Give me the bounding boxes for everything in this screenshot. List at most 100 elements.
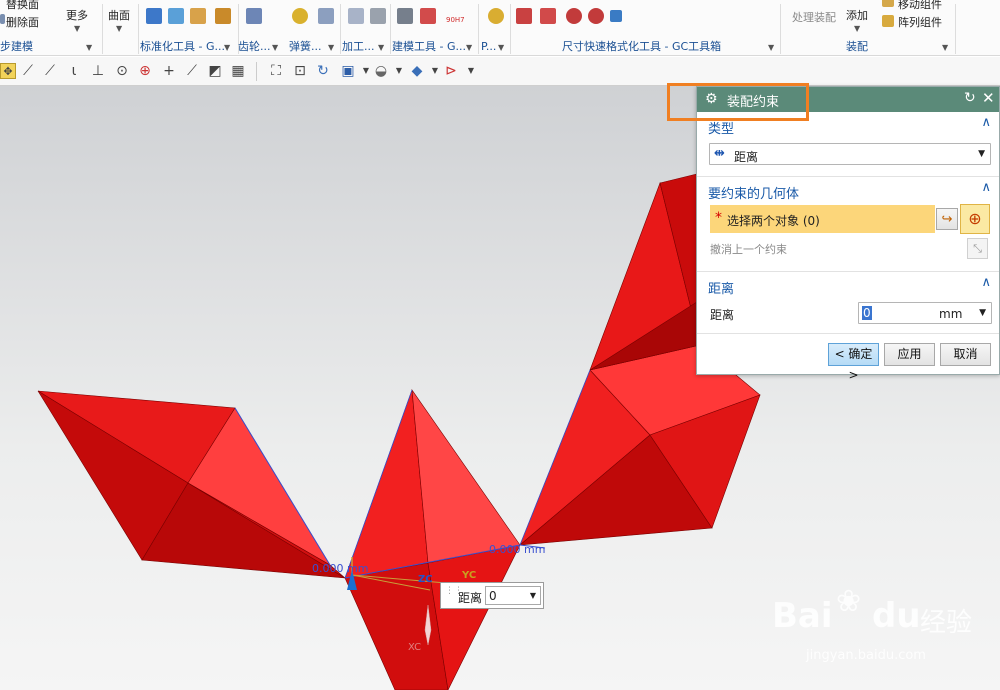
move-component-button[interactable]: 移动组件 — [898, 0, 942, 12]
view-orient-caret-icon[interactable]: ▼ — [358, 63, 374, 79]
undo-constraint-label[interactable]: 撤消上一个约束 — [710, 241, 787, 257]
group-gear[interactable]: 齿轮... — [238, 38, 271, 55]
add-component-button[interactable]: 添加 — [846, 7, 868, 23]
group-p[interactable]: P... — [481, 38, 496, 55]
fastener-icon[interactable] — [168, 8, 184, 24]
show-hide-caret-icon[interactable]: ▼ — [463, 63, 479, 79]
spring-tool-icon[interactable] — [318, 8, 334, 24]
mid-point-icon[interactable]: ⟋ — [42, 63, 58, 79]
show-hide-icon[interactable]: ⊳ — [443, 63, 459, 79]
snap-point-icon[interactable]: ✥ — [0, 63, 16, 79]
collapse-icon[interactable]: ∧ — [981, 115, 991, 130]
collapse-icon[interactable]: ∧ — [981, 275, 991, 290]
array-component-icon[interactable] — [882, 15, 894, 27]
dialog-buttons: < 确定 > 应用 取消 — [697, 333, 999, 382]
apply-button[interactable]: 应用 — [884, 343, 935, 366]
reset-icon[interactable]: ↻ — [964, 90, 976, 106]
h7-label[interactable]: 90H7 — [446, 16, 465, 24]
quadrant-icon[interactable]: ⊕ — [137, 63, 153, 79]
array-component-button[interactable]: 阵列组件 — [898, 14, 942, 30]
geometry-section: 要约束的几何体 ∧ * 选择两个对象 (0) ↪ ⊕ 撤消上一个约束 ⤡ — [697, 176, 999, 270]
group-caret-icon[interactable]: ▼ — [86, 43, 92, 52]
onscreen-distance-input[interactable]: ⋮⋮ 距离 0 ▼ — [440, 582, 544, 609]
distance-section-title[interactable]: 距离 — [708, 278, 734, 297]
replace-face-command[interactable]: 替换面 — [6, 0, 39, 12]
chevron-down-icon[interactable]: ▼ — [979, 308, 986, 318]
group-spring[interactable]: 弹簧... — [289, 38, 322, 55]
surface-button[interactable]: 曲面 — [108, 7, 130, 23]
distance-type-icon: ⇹ — [714, 146, 725, 161]
group-caret-icon[interactable]: ▼ — [328, 43, 334, 52]
end-point-icon[interactable]: ⟋ — [20, 63, 36, 79]
p-tool-icon[interactable] — [488, 8, 504, 24]
render-style-caret-icon[interactable]: ▼ — [391, 63, 407, 79]
group-standard-tools[interactable]: 标准化工具 - G... — [140, 38, 225, 55]
surface-caret-icon[interactable]: ▼ — [116, 24, 122, 33]
dim-format-icon[interactable] — [516, 8, 532, 24]
gear-icon[interactable] — [246, 8, 262, 24]
delete-face-command[interactable]: 删除面 — [6, 14, 39, 30]
select-objects-row[interactable]: * 选择两个对象 (0) — [710, 205, 935, 233]
standard-part-icon[interactable] — [146, 8, 162, 24]
geometry-section-title[interactable]: 要约束的几何体 — [708, 183, 799, 202]
view-orient-icon[interactable]: ▣ — [340, 63, 356, 79]
machining-icon[interactable] — [348, 8, 364, 24]
group-machining[interactable]: 加工... — [342, 38, 375, 55]
machining-tool-icon[interactable] — [370, 8, 386, 24]
dim-style-icon[interactable] — [540, 8, 556, 24]
more-caret-icon[interactable]: ▼ — [74, 24, 80, 33]
work-layer-caret-icon[interactable]: ▼ — [427, 63, 443, 79]
more-button[interactable]: 更多 — [66, 7, 88, 23]
select-point-button[interactable]: ⊕ — [960, 204, 990, 234]
zoom-icon[interactable]: ⊡ — [292, 63, 308, 79]
handle-assembly-button[interactable]: 处理装配 — [792, 9, 836, 25]
add-caret-icon[interactable]: ▼ — [854, 24, 860, 33]
control-point-icon[interactable]: ɩ — [66, 63, 82, 79]
bounded-grid-icon[interactable]: ▦ — [230, 63, 246, 79]
add-object-button[interactable]: ↪ — [936, 208, 958, 230]
group-caret-icon[interactable]: ▼ — [768, 43, 774, 52]
group-sync-modeling[interactable]: 步建模 — [0, 38, 33, 55]
distance-input[interactable]: 0 mm ▼ — [858, 302, 992, 324]
undo-constraint-button[interactable]: ⤡ — [967, 238, 988, 259]
group-caret-icon[interactable]: ▼ — [498, 43, 504, 52]
collapse-icon[interactable]: ∧ — [981, 180, 991, 195]
view-fit-icon[interactable]: ⛶ — [268, 63, 284, 79]
group-caret-icon[interactable]: ▼ — [466, 43, 472, 52]
group-caret-icon[interactable]: ▼ — [224, 43, 230, 52]
move-component-icon[interactable] — [882, 0, 894, 7]
chevron-down-icon[interactable]: ▼ — [978, 149, 985, 159]
spring-icon[interactable] — [292, 8, 308, 24]
group-caret-icon[interactable]: ▼ — [378, 43, 384, 52]
point-on-curve-icon[interactable]: ⟋ — [184, 63, 200, 79]
distance-value[interactable]: 0 — [862, 306, 872, 320]
close-icon[interactable]: ✕ — [982, 89, 995, 107]
type-select[interactable]: ⇹ 距离 ▼ — [709, 143, 991, 165]
group-dim-format[interactable]: 尺寸快速格式化工具 - GC工具箱 — [562, 38, 721, 55]
model-tool-icon[interactable] — [420, 8, 436, 24]
select-objects-label: 选择两个对象 (0) — [727, 214, 820, 228]
existing-point-icon[interactable]: + — [161, 63, 177, 79]
bearing-icon[interactable] — [190, 8, 206, 24]
arc-center-icon[interactable]: ⊙ — [114, 63, 130, 79]
rotate-icon[interactable]: ↻ — [315, 63, 331, 79]
group-caret-icon[interactable]: ▼ — [272, 43, 278, 52]
diameter2-icon[interactable] — [588, 8, 604, 24]
refresh-dim-icon[interactable] — [610, 10, 622, 22]
watermark-url: jingyan.baidu.com — [806, 648, 926, 663]
group-caret-icon[interactable]: ▼ — [942, 43, 948, 52]
render-style-icon[interactable]: ◒ — [373, 63, 389, 79]
chevron-down-icon[interactable]: ▼ — [530, 591, 536, 600]
group-model-tools[interactable]: 建模工具 - G... — [392, 38, 466, 55]
note-icon[interactable] — [397, 8, 413, 24]
intersection-icon[interactable]: ⊥ — [90, 63, 106, 79]
cancel-button[interactable]: 取消 — [940, 343, 991, 366]
point-on-face-icon[interactable]: ◩ — [207, 63, 223, 79]
library-icon[interactable] — [215, 8, 231, 24]
group-assembly[interactable]: 装配 — [846, 38, 868, 55]
diameter-icon[interactable] — [566, 8, 582, 24]
work-layer-icon[interactable]: ◆ — [409, 63, 425, 79]
onscreen-distance-value[interactable]: 0 — [489, 589, 497, 603]
onscreen-distance-field[interactable]: 0 ▼ — [485, 586, 541, 605]
ok-button[interactable]: < 确定 > — [828, 343, 879, 382]
